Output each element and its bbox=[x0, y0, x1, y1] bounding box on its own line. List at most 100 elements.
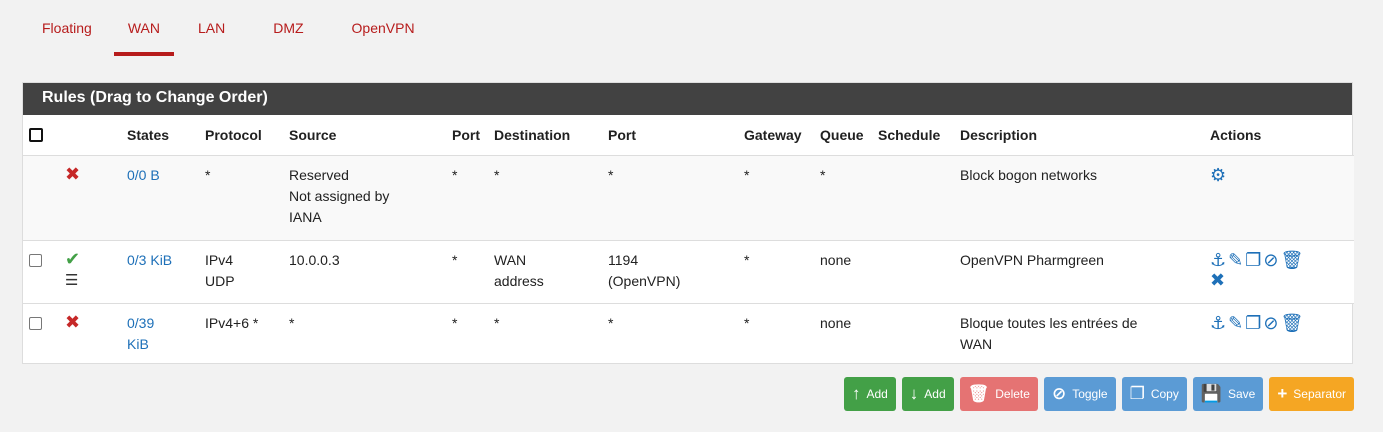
delete-x-icon[interactable]: ✖ bbox=[1210, 270, 1227, 290]
select-all-checkbox[interactable] bbox=[29, 127, 43, 142]
anchor-icon[interactable]: ⚓ bbox=[1210, 250, 1228, 270]
plus-icon: + bbox=[1277, 384, 1288, 403]
block-icon: ✖ bbox=[65, 311, 81, 332]
states-link[interactable]: 0/0 B bbox=[127, 167, 160, 183]
trash-icon: 🗑 bbox=[967, 384, 990, 403]
description-cell: Block bogon networks bbox=[954, 155, 1204, 241]
gateway-cell: * bbox=[744, 314, 750, 331]
tab-lan[interactable]: LAN bbox=[184, 0, 239, 56]
trash-icon[interactable]: 🗑 bbox=[1280, 313, 1305, 333]
dst-port-cell: * bbox=[602, 155, 738, 241]
rules-table: States Protocol Source Port Destination … bbox=[23, 115, 1354, 364]
schedule-cell bbox=[872, 155, 954, 241]
disable-icon[interactable]: ⊘ bbox=[1263, 313, 1280, 333]
col-gateway: Gateway bbox=[738, 115, 814, 156]
pencil-icon[interactable]: ✎ bbox=[1228, 313, 1245, 333]
row-checkbox[interactable] bbox=[29, 253, 42, 267]
dst-port-line: (OpenVPN) bbox=[608, 272, 681, 289]
separator-label: Separator bbox=[1293, 387, 1346, 401]
queue-cell: none bbox=[820, 314, 852, 331]
source-cell: 10.0.0.3 bbox=[283, 240, 446, 304]
states-link[interactable]: 0/39 bbox=[127, 313, 193, 334]
trash-icon[interactable]: 🗑 bbox=[1280, 250, 1305, 270]
source-line: Reserved bbox=[289, 166, 349, 183]
col-actions: Actions bbox=[1204, 115, 1354, 156]
col-schedule: Schedule bbox=[872, 115, 954, 156]
dst-port-line: 1194 bbox=[608, 251, 639, 268]
table-row[interactable]: ✖ 0/0 B * Reserved Not assigned by IANA … bbox=[23, 155, 1354, 241]
col-status bbox=[59, 115, 121, 156]
description-line: Bloque toutes les entrées de bbox=[960, 314, 1138, 331]
add-top-button[interactable]: ↑ Add bbox=[843, 377, 896, 411]
pencil-icon[interactable]: ✎ bbox=[1228, 250, 1245, 270]
source-cell: Reserved Not assigned by IANA bbox=[283, 155, 446, 241]
copy-icon: ❐ bbox=[1129, 384, 1145, 403]
states-link[interactable]: KiB bbox=[127, 334, 193, 355]
queue-cell: * bbox=[814, 155, 872, 241]
source-line: Not assigned by bbox=[289, 187, 390, 204]
rules-panel: Rules (Drag to Change Order) States Prot… bbox=[22, 82, 1354, 364]
tab-openvpn[interactable]: OpenVPN bbox=[338, 0, 429, 56]
description-line: WAN bbox=[960, 335, 993, 352]
col-dst-port: Port bbox=[602, 115, 738, 156]
tab-dmz[interactable]: DMZ bbox=[259, 0, 317, 56]
protocol-line: IPv4 bbox=[205, 251, 234, 268]
ban-icon: ⊘ bbox=[1051, 384, 1067, 403]
copy-icon[interactable]: ❐ bbox=[1245, 313, 1263, 333]
destination-cell: WAN address bbox=[488, 240, 602, 304]
dst-port-cell: * bbox=[608, 314, 614, 331]
col-protocol: Protocol bbox=[199, 115, 283, 156]
add-top-label: Add bbox=[866, 387, 888, 401]
tab-wan[interactable]: WAN bbox=[113, 0, 175, 56]
disable-icon[interactable]: ⊘ bbox=[1263, 250, 1280, 270]
protocol-line: UDP bbox=[205, 272, 235, 289]
block-icon: ✖ bbox=[65, 163, 81, 184]
toggle-label: Toggle bbox=[1072, 387, 1108, 401]
copy-icon[interactable]: ❐ bbox=[1245, 250, 1263, 270]
destination-line: WAN bbox=[494, 251, 527, 268]
floppy-icon: 💾 bbox=[1200, 384, 1222, 403]
copy-label: Copy bbox=[1150, 387, 1179, 401]
toggle-button[interactable]: ⊘ Toggle bbox=[1043, 377, 1116, 411]
destination-cell: * bbox=[494, 314, 500, 331]
states-link[interactable]: 0/3 KiB bbox=[127, 252, 172, 268]
col-queue: Queue bbox=[814, 115, 872, 156]
pass-icon: ✔ bbox=[65, 248, 81, 269]
tab-bar: Floating WAN LAN DMZ OpenVPN bbox=[28, 0, 429, 56]
gear-icon[interactable]: ⚙ bbox=[1210, 165, 1228, 185]
description-cell: Bloque toutes les entrées de WAN bbox=[954, 303, 1204, 364]
col-states: States bbox=[121, 115, 199, 156]
protocol-cell: * bbox=[199, 155, 283, 241]
table-row[interactable]: ✖ 0/39 KiB IPv4+6 * * * * * * none Bloqu… bbox=[23, 303, 1354, 364]
add-bottom-button[interactable]: ↓ Add bbox=[901, 377, 954, 411]
tab-floating[interactable]: Floating bbox=[28, 0, 106, 56]
schedule-cell bbox=[872, 240, 954, 304]
arrow-up-icon: ↑ bbox=[851, 384, 861, 403]
delete-button[interactable]: 🗑 Delete bbox=[959, 377, 1038, 411]
src-port-cell: * bbox=[446, 240, 488, 304]
arrow-down-icon: ↓ bbox=[909, 384, 919, 403]
table-row[interactable]: ✔ ☰ 0/3 KiB IPv4 UDP 10.0.0.3 * WAN addr… bbox=[23, 240, 1354, 304]
schedule-cell bbox=[872, 303, 954, 364]
gateway-cell: * bbox=[738, 240, 814, 304]
row-checkbox[interactable] bbox=[29, 316, 42, 330]
protocol-cell: IPv4+6 * bbox=[205, 314, 259, 331]
save-button[interactable]: 💾 Save bbox=[1192, 377, 1264, 411]
queue-cell: none bbox=[814, 240, 872, 304]
protocol-cell: IPv4 UDP bbox=[199, 240, 283, 304]
description-cell: OpenVPN Pharmgreen bbox=[954, 240, 1204, 304]
separator-button[interactable]: + Separator bbox=[1269, 377, 1354, 411]
delete-label: Delete bbox=[995, 387, 1030, 401]
source-cell: * bbox=[289, 314, 295, 331]
list-icon: ☰ bbox=[65, 271, 79, 289]
anchor-icon[interactable]: ⚓ bbox=[1210, 313, 1228, 333]
action-buttons: ↑ Add ↓ Add 🗑 Delete ⊘ Toggle ❐ Copy 💾 S… bbox=[843, 377, 1354, 411]
dst-port-cell: 1194 (OpenVPN) bbox=[602, 240, 738, 304]
col-source: Source bbox=[283, 115, 446, 156]
copy-button[interactable]: ❐ Copy bbox=[1121, 377, 1187, 411]
col-destination: Destination bbox=[488, 115, 602, 156]
add-bottom-label: Add bbox=[924, 387, 946, 401]
src-port-cell: * bbox=[452, 314, 458, 331]
destination-cell: * bbox=[488, 155, 602, 241]
save-label: Save bbox=[1228, 387, 1256, 401]
